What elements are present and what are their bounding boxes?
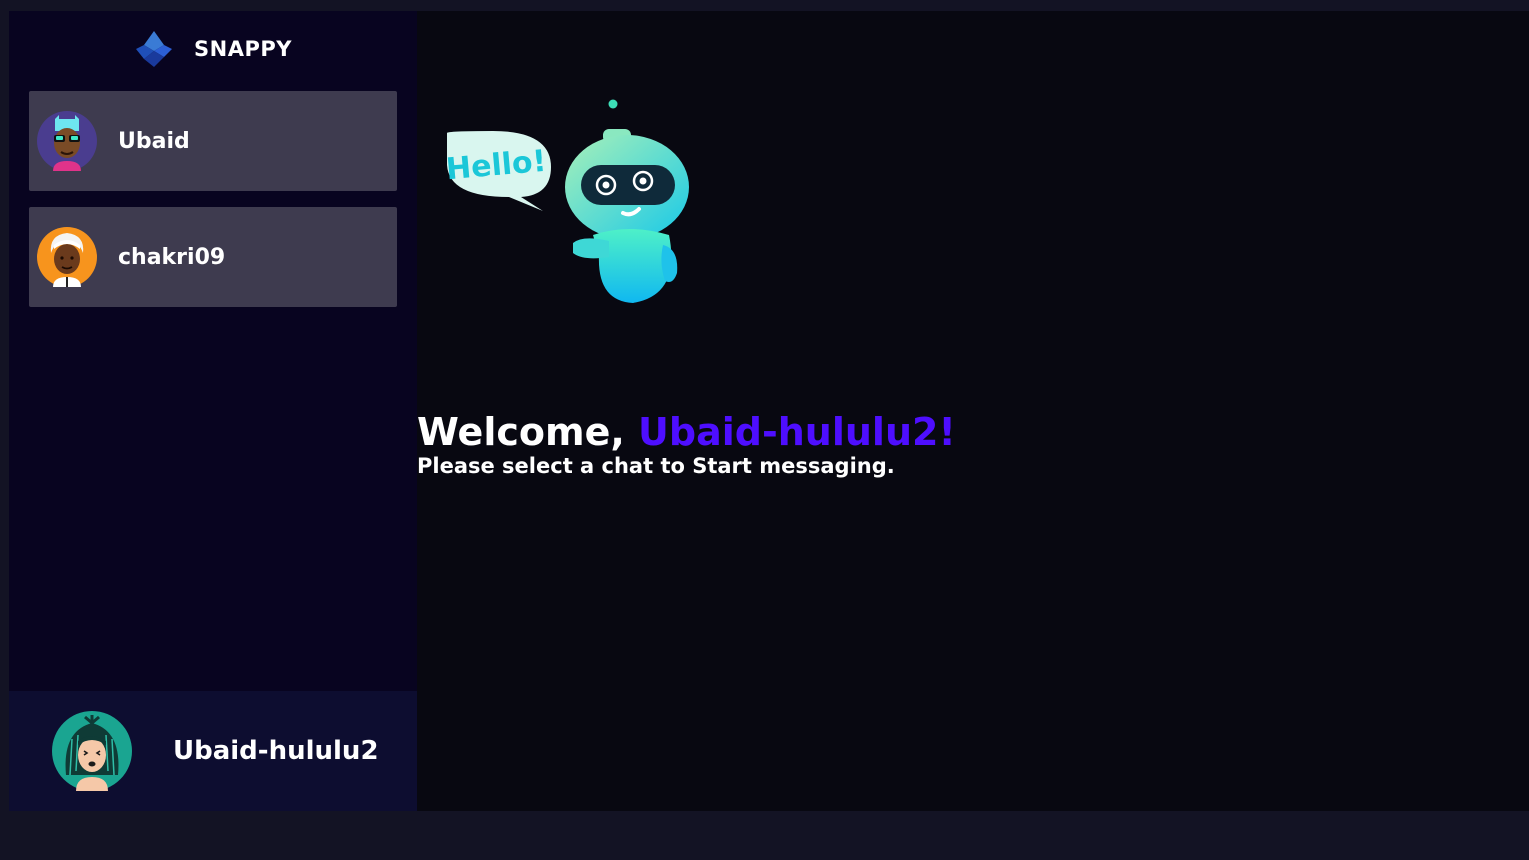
brand-name: SNAPPY xyxy=(194,37,292,61)
contact-name: Ubaid xyxy=(118,128,190,154)
brand-header: SNAPPY xyxy=(9,11,417,87)
contact-item-chakri09[interactable]: chakri09 xyxy=(29,207,397,307)
welcome-username: Ubaid-hululu2 xyxy=(638,410,939,454)
avatar-dreadlocks-icon xyxy=(52,711,132,791)
welcome-subtitle: Please select a chat to Start messaging. xyxy=(417,454,895,478)
welcome-exclaim: ! xyxy=(938,410,956,454)
contacts-sidebar: SNAPPY Ubaid chakri09 Ubaid-hululu2 xyxy=(9,11,417,811)
current-username: Ubaid-hululu2 xyxy=(173,736,379,766)
welcome-panel: Hello! Welcome, Ubaid-hululu2! Please se… xyxy=(417,11,1529,811)
avatar-white-hair-icon xyxy=(37,227,97,287)
contact-name: chakri09 xyxy=(118,244,226,270)
avatar-sunglasses-icon xyxy=(37,111,97,171)
welcome-heading: Welcome, Ubaid-hululu2! xyxy=(417,409,956,455)
chat-app: SNAPPY Ubaid chakri09 Ubaid-hululu2 Hell… xyxy=(9,11,1529,811)
contact-item-ubaid[interactable]: Ubaid xyxy=(29,91,397,191)
snappy-logo-icon xyxy=(136,31,173,67)
hello-robot-icon: Hello! xyxy=(445,99,689,303)
contact-list: Ubaid chakri09 xyxy=(29,91,397,323)
current-user-panel: Ubaid-hululu2 xyxy=(9,691,417,811)
welcome-greeting: Welcome, xyxy=(417,410,639,454)
